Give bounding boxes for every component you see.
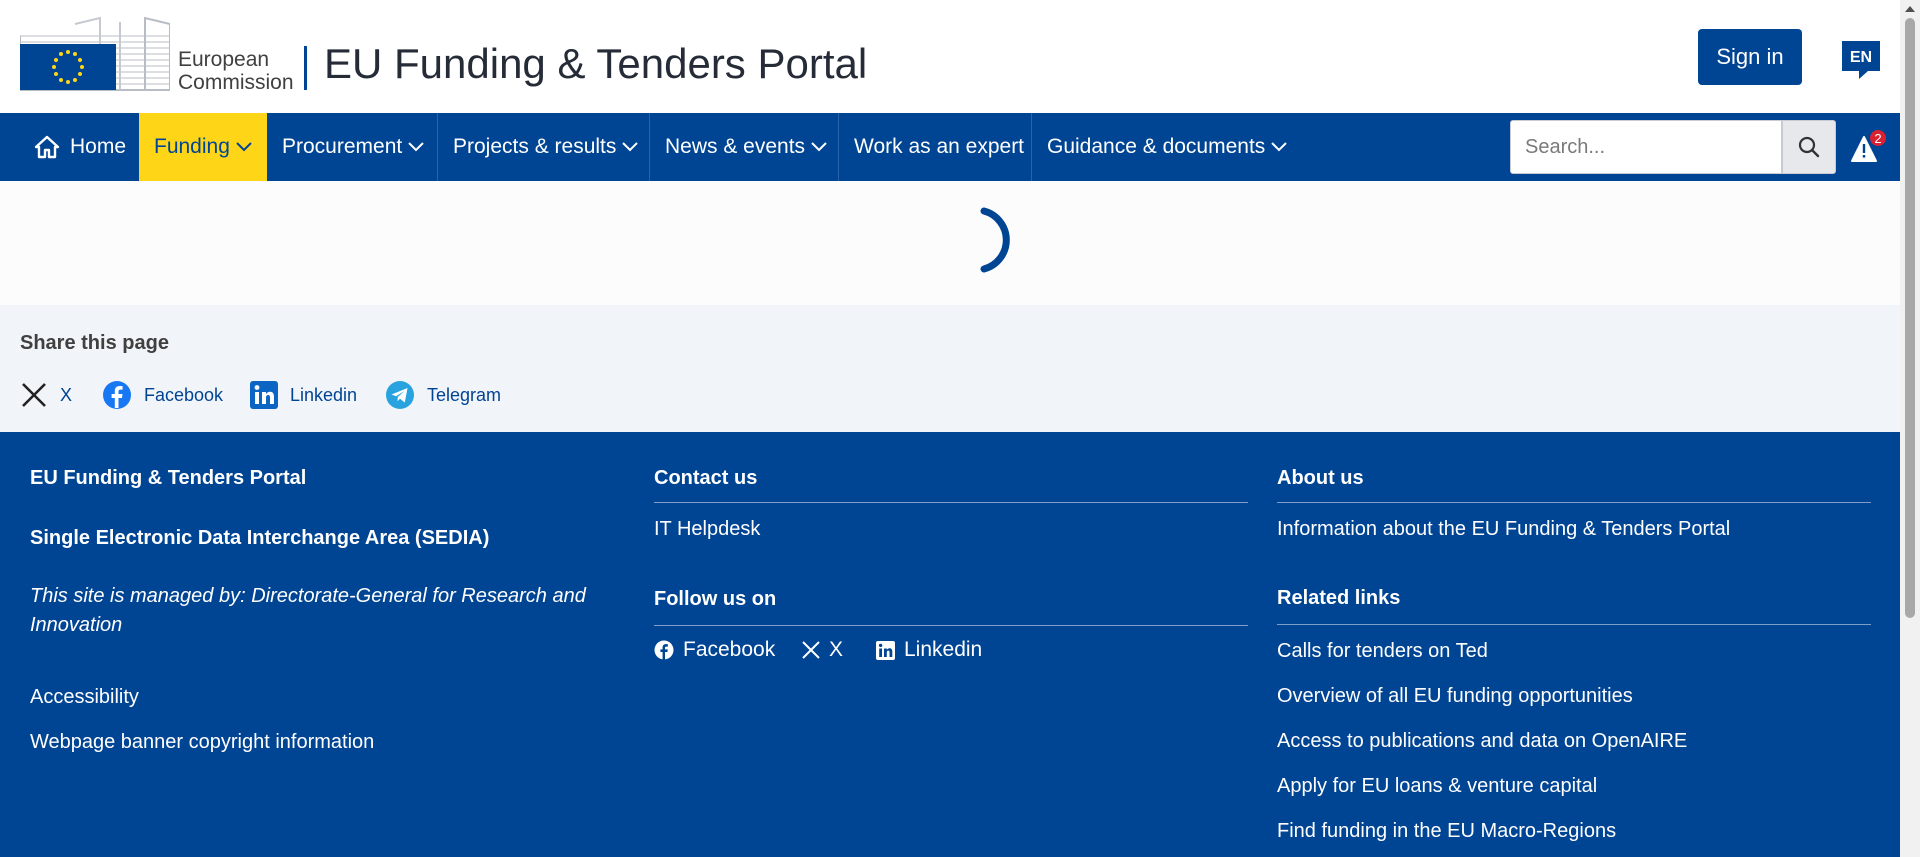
follow-facebook-label: Facebook <box>683 638 776 661</box>
logo-line-2: Commission <box>178 71 294 94</box>
nav-label-procurement: Procurement <box>282 135 403 158</box>
language-code: EN <box>1850 49 1872 66</box>
scrollbar-thumb[interactable] <box>1905 18 1915 618</box>
chevron-down-icon <box>408 142 424 152</box>
notifications-button[interactable]: 2 <box>1850 129 1890 169</box>
linkedin-icon <box>876 640 895 660</box>
language-icon: EN <box>1842 41 1880 79</box>
chevron-down-icon <box>811 142 827 152</box>
portal-title[interactable]: EU Funding & Tenders Portal <box>324 40 867 88</box>
footer-follow-title: Follow us on <box>654 588 777 610</box>
follow-facebook-link[interactable]: Facebook <box>654 638 775 662</box>
footer-link-funding-overview[interactable]: Overview of all EU funding opportunities <box>1277 685 1633 708</box>
share-section: Share this page X Facebook Linkedin Tele… <box>0 305 1900 432</box>
nav-item-guidance-documents[interactable]: Guidance & documents <box>1032 113 1292 181</box>
follow-linkedin-label: Linkedin <box>904 638 983 661</box>
footer-divider <box>654 625 1248 626</box>
share-x-label: X <box>60 384 73 405</box>
logo-text: European Commission <box>178 48 294 94</box>
share-telegram-link[interactable]: Telegram <box>385 379 501 411</box>
chevron-down-icon <box>622 142 639 152</box>
footer-divider <box>1277 502 1871 503</box>
nav-label-news-events: News & events <box>665 135 806 158</box>
search-button[interactable] <box>1782 120 1836 174</box>
footer-about-title: About us <box>1277 467 1364 489</box>
share-telegram-label: Telegram <box>427 384 502 405</box>
footer-link-it-helpdesk[interactable]: IT Helpdesk <box>654 518 760 541</box>
content-loading-area <box>0 181 1900 305</box>
chevron-down-icon <box>236 142 252 152</box>
footer-link-banner-copyright[interactable]: Webpage banner copyright information <box>30 731 374 754</box>
nav-item-projects-results[interactable]: Projects & results <box>438 113 649 181</box>
nav-label-home: Home <box>70 135 127 158</box>
nav-label-funding: Funding <box>154 135 230 158</box>
nav-item-home[interactable]: Home <box>20 113 138 181</box>
nav-item-funding[interactable]: Funding <box>139 113 267 181</box>
share-title: Share this page <box>20 332 169 354</box>
footer-link-about-portal[interactable]: Information about the EU Funding & Tende… <box>1277 518 1730 541</box>
share-facebook-link[interactable]: Facebook <box>102 379 223 411</box>
nav-item-procurement[interactable]: Procurement <box>267 113 437 181</box>
ec-emblem-icon <box>19 16 171 91</box>
logo-line-1: European <box>178 48 270 71</box>
x-icon <box>22 383 46 407</box>
x-icon <box>802 641 820 659</box>
nav-label-work-as-expert: Work as an expert <box>854 135 1025 158</box>
search-input[interactable] <box>1510 120 1782 174</box>
page: European Commission EU Funding & Tenders… <box>0 0 1920 857</box>
footer-portal-title[interactable]: EU Funding & Tenders Portal <box>30 467 306 490</box>
title-separator <box>304 46 307 90</box>
facebook-icon <box>654 640 674 660</box>
share-linkedin-label: Linkedin <box>290 384 358 405</box>
follow-linkedin-link[interactable]: Linkedin <box>876 638 982 662</box>
site-footer: EU Funding & Tenders Portal Single Elect… <box>0 432 1900 857</box>
footer-divider <box>1277 624 1871 625</box>
nav-label-projects-results: Projects & results <box>453 135 617 158</box>
telegram-icon <box>386 381 414 409</box>
linkedin-icon <box>250 381 278 409</box>
share-linkedin-link[interactable]: Linkedin <box>250 379 357 411</box>
notification-count: 2 <box>1874 131 1881 146</box>
footer-link-loans[interactable]: Apply for EU loans & venture capital <box>1277 775 1597 798</box>
nav-item-news-events[interactable]: News & events <box>650 113 838 181</box>
footer-related-title: Related links <box>1277 587 1401 609</box>
footer-divider <box>654 502 1248 503</box>
search-icon <box>1798 136 1820 158</box>
share-facebook-label: Facebook <box>144 384 224 405</box>
share-x-link[interactable]: X <box>20 379 72 411</box>
warning-icon: 2 <box>1851 130 1886 162</box>
chevron-down-icon <box>1271 142 1288 152</box>
nav-label-guidance-documents: Guidance & documents <box>1047 135 1266 158</box>
site-header: European Commission EU Funding & Tenders… <box>0 0 1900 113</box>
follow-x-label: X <box>829 638 844 661</box>
follow-x-link[interactable]: X <box>802 638 843 662</box>
footer-link-accessibility[interactable]: Accessibility <box>30 686 139 709</box>
scroll-up-arrow-icon[interactable] <box>1904 4 1916 14</box>
facebook-icon <box>103 381 131 409</box>
footer-link-macro-regions[interactable]: Find funding in the EU Macro-Regions <box>1277 820 1616 843</box>
footer-managed-by: This site is managed by: Directorate-Gen… <box>30 585 586 636</box>
footer-link-ted[interactable]: Calls for tenders on Ted <box>1277 640 1488 663</box>
language-selector[interactable]: EN <box>1842 41 1880 81</box>
footer-sedia-title: Single Electronic Data Interchange Area … <box>30 527 490 549</box>
sign-in-button[interactable]: Sign in <box>1698 29 1802 85</box>
home-icon <box>34 135 60 159</box>
main-navigation: Home Funding Procurement Projects & resu… <box>0 113 1900 181</box>
nav-item-work-as-expert[interactable]: Work as an expert <box>839 113 1031 181</box>
footer-contact-title: Contact us <box>654 467 758 489</box>
loading-spinner-icon <box>980 207 1010 273</box>
footer-link-openaire[interactable]: Access to publications and data on OpenA… <box>1277 730 1687 753</box>
